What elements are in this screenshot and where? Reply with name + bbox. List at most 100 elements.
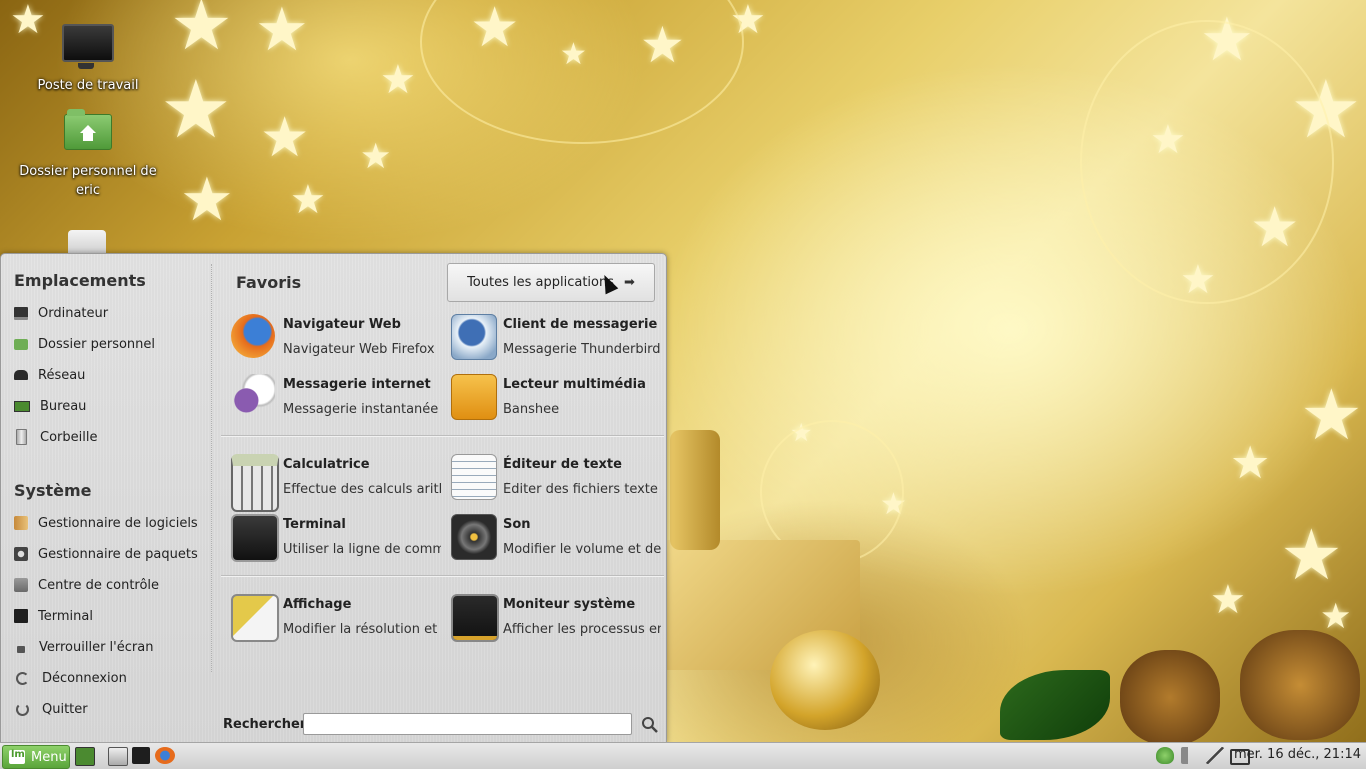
app-name: Client de messagerie (503, 317, 658, 332)
volume-icon[interactable] (1181, 747, 1199, 764)
system-item-label: Gestionnaire de logiciels (38, 515, 198, 531)
app-description: Modifier le volume et des... (503, 542, 661, 557)
favorite-app-mail-client[interactable]: Client de messagerie Messagerie Thunderb… (451, 312, 666, 364)
banshee-icon (451, 374, 497, 420)
system-item-control-center[interactable]: Centre de contrôle (14, 573, 204, 597)
places-item-desktop[interactable]: Bureau (14, 394, 204, 418)
app-name: Calculatrice (283, 457, 370, 472)
pidgin-icon (231, 374, 275, 418)
system-monitor-icon (451, 594, 499, 642)
power-icon (16, 702, 29, 716)
app-name: Affichage (283, 597, 352, 612)
favorites-separator (221, 435, 664, 437)
places-item-label: Dossier personnel (38, 336, 156, 352)
app-description: Effectue des calculs arith... (283, 482, 441, 497)
display-icon (231, 594, 279, 642)
sound-icon (451, 514, 497, 560)
trash-icon (16, 429, 27, 445)
show-desktop-icon[interactable] (75, 747, 95, 766)
control-center-icon (14, 578, 28, 592)
favorite-app-display[interactable]: Affichage Modifier la résolution et l... (231, 592, 446, 644)
places-item-trash[interactable]: Corbeille (14, 425, 204, 449)
update-manager-icon[interactable] (1156, 747, 1174, 764)
favorite-app-calculator[interactable]: Calculatrice Effectue des calculs arith.… (231, 452, 446, 512)
app-description: Messagerie instantanée ... (283, 402, 441, 417)
terminal-icon (14, 609, 28, 623)
favorite-app-media-player[interactable]: Lecteur multimédia Banshee (451, 372, 666, 424)
thunderbird-icon (451, 314, 497, 360)
system-item-label: Gestionnaire de paquets (38, 546, 198, 562)
desktop-icon-home[interactable]: Dossier personnel de eric (18, 109, 158, 200)
places-item-network[interactable]: Réseau (14, 363, 204, 387)
places-item-home[interactable]: Dossier personnel (14, 332, 204, 356)
menu-button-label: Menu (31, 749, 67, 765)
system-item-label: Verrouiller l'écran (39, 639, 154, 655)
system-item-terminal[interactable]: Terminal (14, 604, 204, 628)
app-name: Son (503, 517, 531, 532)
system-item-software-manager[interactable]: Gestionnaire de logiciels (14, 511, 204, 535)
system-item-label: Centre de contrôle (38, 577, 160, 593)
desktop-icon-label: Poste de travail (37, 78, 139, 93)
app-name: Éditeur de texte (503, 457, 622, 472)
places-item-label: Ordinateur (38, 305, 109, 321)
app-description: Modifier la résolution et l... (283, 622, 441, 637)
menu-divider (211, 264, 212, 672)
package-manager-icon (14, 547, 28, 561)
search-label: Rechercher : (223, 717, 316, 732)
text-editor-icon (451, 454, 497, 500)
system-item-label: Déconnexion (42, 670, 127, 686)
firefox-launcher-icon[interactable] (155, 747, 175, 764)
home-folder-icon (14, 338, 28, 350)
firefox-icon (231, 314, 275, 358)
all-applications-button[interactable]: Toutes les applications ➡ (447, 263, 655, 302)
search-input[interactable] (303, 713, 632, 735)
app-description: Navigateur Web Firefox (283, 342, 435, 357)
home-folder-icon (64, 109, 112, 150)
system-item-label: Quitter (42, 701, 88, 717)
logout-icon (16, 671, 29, 685)
search-icon[interactable] (641, 716, 659, 734)
places-title: Emplacements (14, 271, 146, 290)
favorite-app-terminal[interactable]: Terminal Utiliser la ligne de comm... (231, 512, 446, 564)
computer-icon (62, 24, 114, 69)
system-title: Système (14, 481, 92, 500)
calculator-icon (231, 454, 279, 512)
app-name: Messagerie internet (283, 377, 431, 392)
usb-drive-icon (68, 230, 106, 254)
system-item-lock-screen[interactable]: Verrouiller l'écran (14, 635, 204, 659)
start-menu: Emplacements Ordinateur Dossier personne… (0, 253, 667, 743)
favorite-app-system-monitor[interactable]: Moniteur système Afficher les processus … (451, 592, 666, 644)
taskbar: Menu mer. 16 déc., 21:14 (0, 742, 1366, 769)
mint-logo-icon (9, 749, 25, 764)
terminal-launcher-icon[interactable] (132, 747, 150, 764)
app-description: Messagerie Thunderbird (503, 342, 661, 357)
clock[interactable]: mer. 16 déc., 21:14 (1234, 747, 1361, 762)
software-manager-icon (14, 516, 28, 530)
favorite-app-sound[interactable]: Son Modifier le volume et des... (451, 512, 666, 564)
favorite-app-text-editor[interactable]: Éditeur de texte Éditer des fichiers tex… (451, 452, 666, 504)
arrow-right-icon: ➡ (624, 275, 635, 290)
terminal-icon (231, 514, 279, 562)
favorite-app-web-browser[interactable]: Navigateur Web Navigateur Web Firefox (231, 312, 446, 364)
system-item-logout[interactable]: Déconnexion (14, 666, 204, 690)
app-description: Banshee (503, 402, 560, 417)
menu-button[interactable]: Menu (2, 745, 70, 769)
places-item-computer[interactable]: Ordinateur (14, 301, 204, 325)
app-name: Terminal (283, 517, 346, 532)
system-item-label: Terminal (38, 608, 93, 624)
system-item-quit[interactable]: Quitter (14, 697, 204, 721)
network-icon[interactable] (1206, 747, 1224, 764)
file-manager-launcher-icon[interactable] (108, 747, 128, 766)
computer-icon (14, 306, 28, 320)
favorite-app-instant-messaging[interactable]: Messagerie internet Messagerie instantan… (231, 372, 446, 424)
desktop-icon-computer[interactable]: Poste de travail (18, 24, 158, 95)
system-item-package-manager[interactable]: Gestionnaire de paquets (14, 542, 204, 566)
favorites-title: Favoris (236, 273, 302, 292)
app-name: Navigateur Web (283, 317, 401, 332)
app-description: Afficher les processus en... (503, 622, 661, 637)
lock-icon (17, 646, 25, 653)
desktop-icon-label: Dossier personnel de eric (19, 164, 157, 198)
app-name: Lecteur multimédia (503, 377, 646, 392)
desktop-icon (14, 400, 30, 412)
network-icon (14, 370, 28, 380)
